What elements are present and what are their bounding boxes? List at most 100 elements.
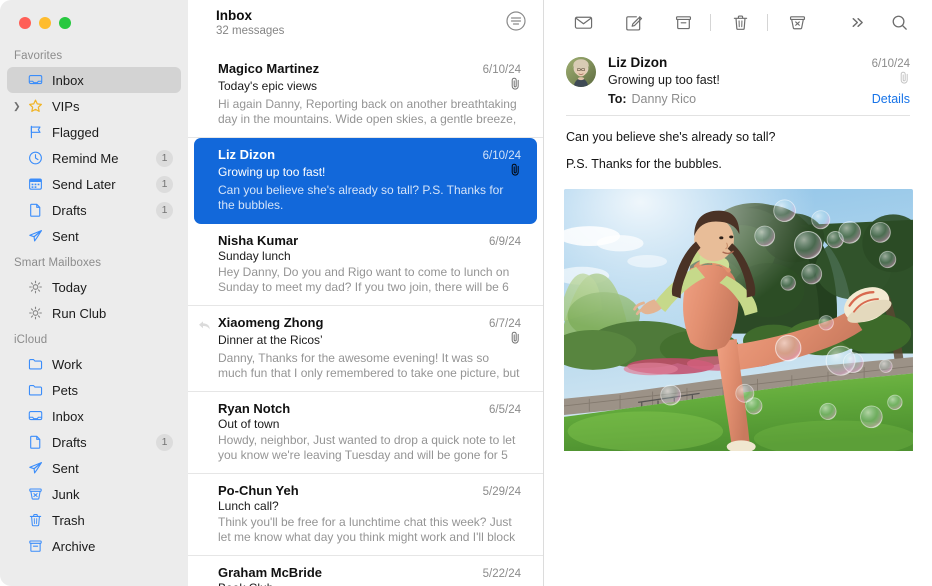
sidebar-item-label: Run Club: [52, 306, 106, 321]
sidebar-item-label: Archive: [52, 539, 95, 554]
unread-badge: 1: [156, 434, 173, 451]
compose-button[interactable]: [616, 8, 650, 38]
zoom-window-button[interactable]: [59, 17, 71, 29]
message-list-item[interactable]: Ryan Notch 6/5/24 Out of town Howdy, nei…: [188, 392, 543, 474]
message-date: 6/9/24: [489, 236, 521, 248]
message-header-text: Liz Dizon 6/10/24 Growing up too fast! T…: [608, 55, 910, 106]
message-row-top: Magico Martinez 6/10/24: [218, 61, 521, 76]
clock-icon: [26, 150, 45, 166]
message-date: 6/10/24: [483, 150, 521, 162]
message-list-item[interactable]: Magico Martinez 6/10/24 Today's epic vie…: [188, 52, 543, 138]
delete-button[interactable]: [723, 8, 757, 38]
sidebar-item-label: Sent: [52, 461, 79, 476]
message-subject: Out of town: [218, 417, 279, 431]
flag-icon: [26, 124, 45, 140]
message-list-item[interactable]: Liz Dizon 6/10/24 Growing up too fast! C…: [194, 138, 537, 224]
message-subject: Today's epic views: [218, 79, 317, 93]
sidebar-item-inbox[interactable]: Inbox: [7, 403, 181, 429]
sidebar-group-title: Favorites: [0, 42, 188, 67]
message-preview: Howdy, neighbor, Just wanted to drop a q…: [218, 433, 521, 463]
document-icon: [26, 434, 45, 450]
sidebar-item-flagged[interactable]: Flagged: [7, 119, 181, 145]
sidebar-item-sent[interactable]: Sent: [7, 455, 181, 481]
sidebar-item-label: Pets: [52, 383, 78, 398]
message-date: 6/7/24: [489, 318, 521, 330]
sidebar-group-title: iCloud: [0, 326, 188, 351]
sidebar-item-today[interactable]: Today: [7, 274, 181, 300]
message-sender: Ryan Notch: [218, 401, 290, 416]
message-row-top: Nisha Kumar 6/9/24: [218, 233, 521, 248]
message-reading-pane: Liz Dizon 6/10/24 Growing up too fast! T…: [544, 0, 932, 586]
attached-photo[interactable]: [564, 189, 913, 477]
attachment-clip-icon: [510, 77, 521, 95]
search-icon[interactable]: [882, 8, 916, 38]
sidebar-item-vips[interactable]: ❯ VIPs: [7, 93, 181, 119]
sidebar-item-trash[interactable]: Trash: [7, 507, 181, 533]
chevron-double-right-icon[interactable]: [840, 8, 874, 38]
filter-icon[interactable]: [505, 10, 527, 32]
to-value: Danny Rico: [632, 92, 697, 106]
message-row-subject-line: Lunch call?: [218, 499, 521, 513]
chevron-right-icon[interactable]: ❯: [13, 102, 21, 111]
message-list-pane: Inbox 32 messages Magico Martinez 6/10/2…: [188, 0, 544, 586]
mailboxes-sidebar: Favorites Inbox❯VIPs Flagged Remind Me1 …: [0, 0, 188, 586]
sidebar-item-archive[interactable]: Archive: [7, 533, 181, 559]
sidebar-item-send-later[interactable]: Send Later1: [7, 171, 181, 197]
message-row-subject-line: Growing up too fast!: [218, 163, 521, 181]
sidebar-item-label: Drafts: [52, 203, 87, 218]
inbox-icon: [26, 408, 45, 424]
message-list-item[interactable]: Po-Chun Yeh 5/29/24 Lunch call? Think yo…: [188, 474, 543, 556]
toolbar-right-group: [840, 8, 916, 38]
sidebar-item-inbox[interactable]: Inbox: [7, 67, 181, 93]
mailbox-title: Inbox: [216, 8, 527, 23]
archive-button[interactable]: [666, 8, 700, 38]
attachment-clip-icon: [510, 163, 521, 181]
sidebar-item-label: Trash: [52, 513, 85, 528]
toolbar-divider-1: [710, 14, 711, 31]
message-subject: Lunch call?: [218, 499, 279, 513]
message-row-top: Po-Chun Yeh 5/29/24: [218, 483, 521, 498]
message-body-paragraph: Can you believe she's already so tall?: [566, 129, 910, 146]
message-sender: Po-Chun Yeh: [218, 483, 299, 498]
sidebar-item-remind-me[interactable]: Remind Me1: [7, 145, 181, 171]
sidebar-item-run-club[interactable]: Run Club: [7, 300, 181, 326]
sidebar-group-title: Smart Mailboxes: [0, 249, 188, 274]
message-sender: Liz Dizon: [218, 147, 275, 162]
attachment-clip-icon: [510, 331, 521, 349]
sidebar-item-junk[interactable]: Junk: [7, 481, 181, 507]
junk-button[interactable]: [780, 8, 814, 38]
sidebar-item-sent[interactable]: Sent: [7, 223, 181, 249]
details-link[interactable]: Details: [872, 92, 910, 106]
message-subject: Growing up too fast!: [218, 165, 325, 179]
sidebar-item-label: Drafts: [52, 435, 87, 450]
unread-badge: 1: [156, 202, 173, 219]
message-preview: Can you believe she's already so tall? P…: [218, 183, 521, 213]
sidebar-item-drafts[interactable]: Drafts 1: [7, 197, 181, 223]
sender-name: Liz Dizon: [608, 55, 667, 70]
calendar-icon: [26, 176, 45, 192]
mark-unread-button[interactable]: [566, 8, 600, 38]
minimize-window-button[interactable]: [39, 17, 51, 29]
message-list-item[interactable]: Xiaomeng Zhong 6/7/24 Dinner at the Rico…: [188, 306, 543, 392]
to-label: To:: [608, 92, 627, 106]
sidebar-item-pets[interactable]: Pets: [7, 377, 181, 403]
sidebar-item-label: VIPs: [52, 99, 79, 114]
close-window-button[interactable]: [19, 17, 31, 29]
sidebar-item-drafts[interactable]: Drafts 1: [7, 429, 181, 455]
message-body: Can you believe she's already so tall? P.…: [544, 116, 932, 173]
folder-icon: [26, 382, 45, 398]
message-rows[interactable]: Magico Martinez 6/10/24 Today's epic vie…: [188, 52, 543, 586]
reader-toolbar: [544, 0, 932, 45]
sidebar-item-label: Flagged: [52, 125, 99, 140]
message-list-item[interactable]: Nisha Kumar 6/9/24 Sunday lunch Hey Dann…: [188, 224, 543, 306]
message-list-item[interactable]: Graham McBride 5/22/24 Book Club Are you…: [188, 556, 543, 586]
message-row-subject-line: Sunday lunch: [218, 249, 521, 263]
sidebar-item-label: Work: [52, 357, 82, 372]
sidebar-item-label: Inbox: [52, 73, 84, 88]
message-preview: Think you'll be free for a lunchtime cha…: [218, 515, 521, 545]
replied-arrow-icon: [198, 318, 211, 336]
message-body-paragraph: P.S. Thanks for the bubbles.: [566, 156, 910, 173]
sidebar-item-work[interactable]: Work: [7, 351, 181, 377]
message-list-header: Inbox 32 messages: [188, 0, 543, 52]
sidebar-scroll-area[interactable]: Favorites Inbox❯VIPs Flagged Remind Me1 …: [0, 0, 188, 559]
